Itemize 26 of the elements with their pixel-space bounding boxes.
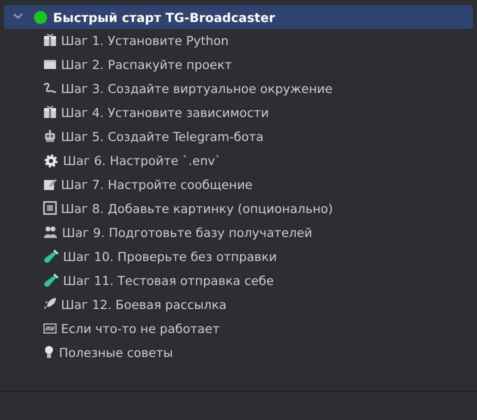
picture-frame-icon xyxy=(43,201,57,217)
tree-item[interactable]: Шаг 2. Распакуйте проект xyxy=(0,53,477,77)
tree-item[interactable]: Шаг 9. Подготовьте базу получателей xyxy=(0,221,477,245)
tree-item[interactable]: Шаг 11. Тестовая отправка себе xyxy=(0,269,477,293)
robot-icon xyxy=(43,129,57,145)
tree-item[interactable]: Шаг 4. Установите зависимости xyxy=(0,101,477,125)
tree-item[interactable]: Шаг 8. Добавьте картинку (опционально) xyxy=(0,197,477,221)
people-icon xyxy=(43,225,58,241)
notepad-icon xyxy=(43,177,57,193)
tree-item[interactable]: Шаг 7. Настройте сообщение xyxy=(0,173,477,197)
tree-item[interactable]: Шаг 1. Установите Python xyxy=(0,29,477,53)
tree-item[interactable]: Шаг 3. Создайте виртуальное окружение xyxy=(0,77,477,101)
tree-item[interactable]: Если что-то не работает xyxy=(0,317,477,341)
lightbulb-icon xyxy=(43,345,55,361)
package-icon xyxy=(43,33,57,49)
tree-item[interactable]: Полезные советы xyxy=(0,341,477,365)
tree-item[interactable]: Шаг 10. Проверьте без отправки xyxy=(0,245,477,269)
test-tube-icon xyxy=(43,273,59,289)
tree-item[interactable]: Быстрый старт TG-Broadcaster xyxy=(4,5,473,29)
rocket-icon xyxy=(43,297,57,313)
gear-icon xyxy=(43,153,59,169)
tree-item[interactable]: Шаг 6. Настройте `.env` xyxy=(0,149,477,173)
tree-item[interactable]: Шаг 5. Создайте Telegram-бота xyxy=(0,125,477,149)
test-tube-icon xyxy=(43,249,59,265)
tree-item[interactable]: Шаг 12. Боевая рассылка xyxy=(0,293,477,317)
package-icon xyxy=(43,105,57,121)
